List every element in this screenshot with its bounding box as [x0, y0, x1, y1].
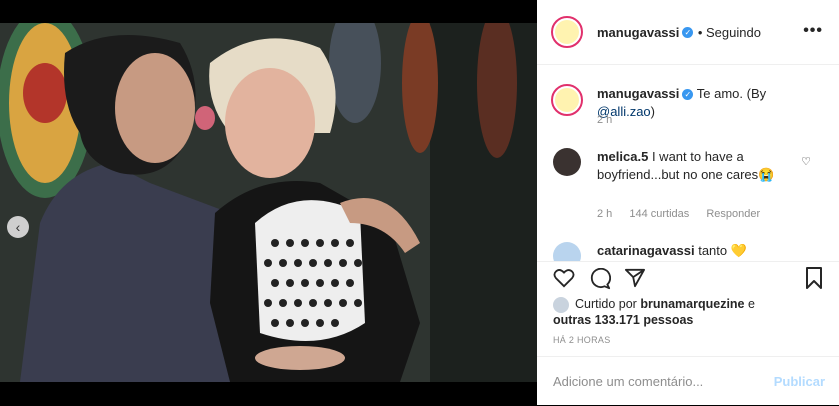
comment-meta: 2 h 144 curtidas Responder: [597, 208, 774, 220]
comment-avatar[interactable]: [553, 242, 581, 261]
like-heart-icon[interactable]: [553, 268, 575, 288]
comment-time: 2 h: [597, 208, 613, 220]
comment-text: tanto 💛: [698, 243, 747, 258]
post-photo[interactable]: ‹: [0, 23, 537, 382]
comments-list[interactable]: manugavassi ✓ Te amo. (By @alli.zao) 2 h …: [537, 65, 839, 261]
comment-likes-count[interactable]: 144 curtidas: [629, 208, 689, 220]
comment-body: melica.5 I want to have a boyfriend...bu…: [597, 148, 797, 184]
post-side-panel: manugavassi ✓ • Seguindo ••• manugavassi ✓…: [537, 0, 839, 405]
post-header: manugavassi ✓ • Seguindo •••: [537, 0, 839, 65]
photo-illustration: [0, 23, 537, 382]
publish-button[interactable]: Publicar: [774, 374, 825, 389]
comment-like-heart-icon[interactable]: ♡: [801, 155, 811, 168]
follow-separator: •: [697, 25, 706, 40]
likes-summary: Curtido por brunamarquezine e outras 133…: [553, 296, 833, 328]
post-timestamp[interactable]: HÁ 2 HORAS: [553, 335, 611, 345]
comment-username[interactable]: catarinagavassi: [597, 243, 695, 258]
verified-badge-icon: ✓: [682, 27, 694, 39]
caption-time: 2 h: [597, 114, 613, 126]
prev-photo-button[interactable]: ‹: [7, 216, 29, 238]
author-username[interactable]: manugavassi: [597, 25, 679, 40]
comment-username[interactable]: melica.5: [597, 149, 648, 164]
follow-status-button[interactable]: Seguindo: [706, 25, 761, 40]
caption-meta: 2 h: [597, 114, 626, 126]
caption-author-avatar[interactable]: [551, 84, 583, 116]
caption-close: ): [650, 104, 656, 119]
add-comment-bar: Adicione um comentário... Publicar: [537, 356, 839, 406]
pikachu-avatar-icon: [555, 88, 579, 112]
caption: manugavassi ✓ Te amo. (By @alli.zao): [597, 85, 827, 121]
likes-others-count[interactable]: outras 133.171 pessoas: [553, 313, 693, 327]
pikachu-avatar-icon: [555, 20, 579, 44]
liker-username[interactable]: brunamarquezine: [640, 297, 744, 311]
likes-prefix: Curtido por: [575, 297, 641, 311]
comment-input[interactable]: Adicione um comentário...: [553, 374, 703, 389]
reply-button[interactable]: Responder: [706, 208, 760, 220]
verified-badge-icon: ✓: [682, 89, 694, 101]
likes-mid: e: [744, 297, 755, 311]
caption-username[interactable]: manugavassi: [597, 86, 679, 101]
caption-text: Te amo. (By: [696, 86, 767, 101]
more-options-icon[interactable]: •••: [803, 22, 823, 40]
post-actions-bar: [537, 261, 839, 292]
comment-bubble-icon[interactable]: [589, 268, 611, 290]
share-paper-plane-icon[interactable]: [624, 268, 646, 288]
comment-body: catarinagavassi tanto 💛: [597, 242, 817, 260]
save-bookmark-icon[interactable]: [805, 267, 823, 289]
author-avatar[interactable]: [551, 16, 583, 48]
liker-avatar[interactable]: [553, 297, 569, 313]
comment-avatar[interactable]: [553, 148, 581, 176]
